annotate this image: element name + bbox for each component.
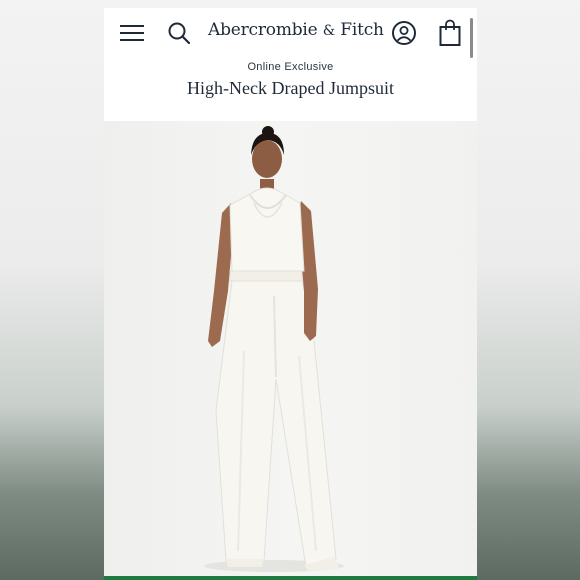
search-icon [168,22,191,45]
accent-bar [104,576,477,580]
account-button[interactable] [389,18,419,48]
search-button[interactable] [164,18,194,48]
shopping-bag-icon [439,19,461,46]
brand-logo[interactable]: Abercrombie & Fitch [208,20,384,40]
brand-name-part2: Fitch [340,20,384,40]
product-heading: Online Exclusive High-Neck Draped Jumpsu… [104,58,477,121]
model-figure [204,126,344,572]
product-title: High-Neck Draped Jumpsuit [187,78,394,98]
product-image[interactable] [104,121,477,576]
brand-ampersand: & [322,23,336,39]
brand-name-part1: Abercrombie [208,20,318,40]
menu-icon [120,25,144,41]
account-icon [392,21,416,45]
product-page: Abercrombie & Fitch Online Exclusive Hig… [104,8,477,580]
menu-button[interactable] [117,18,147,48]
online-exclusive-badge: Online Exclusive [247,61,334,73]
shopping-bag-button[interactable] [435,18,465,48]
scrollbar[interactable] [470,18,473,58]
top-nav-bar: Abercrombie & Fitch [104,8,477,58]
